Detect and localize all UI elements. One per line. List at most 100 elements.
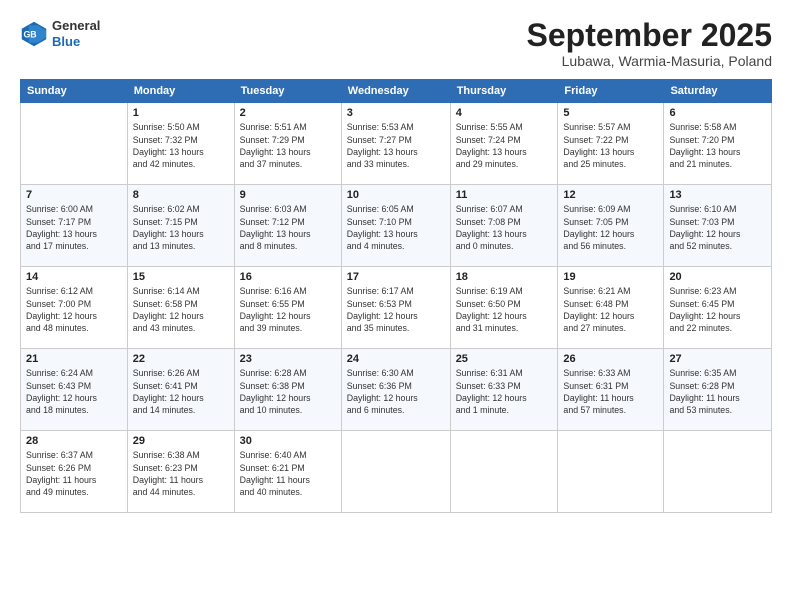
day-number: 22 xyxy=(133,353,229,365)
day-number: 11 xyxy=(456,189,553,201)
day-info: Sunrise: 6:30 AMSunset: 6:36 PMDaylight:… xyxy=(347,367,445,416)
day-number: 12 xyxy=(563,189,658,201)
day-info: Sunrise: 5:55 AMSunset: 7:24 PMDaylight:… xyxy=(456,121,553,170)
day-number: 15 xyxy=(133,271,229,283)
calendar-cell xyxy=(558,431,664,513)
calendar-cell: 12 Sunrise: 6:09 AMSunset: 7:05 PMDayligh… xyxy=(558,185,664,267)
day-info: Sunrise: 6:02 AMSunset: 7:15 PMDaylight:… xyxy=(133,203,229,252)
calendar-cell: 21Sunrise: 6:24 AMSunset: 6:43 PMDayligh… xyxy=(21,349,128,431)
day-number: 23 xyxy=(240,353,336,365)
calendar-cell: 5 Sunrise: 5:57 AMSunset: 7:22 PMDaylight… xyxy=(558,103,664,185)
calendar-day-header: Friday xyxy=(558,80,664,103)
calendar-cell xyxy=(21,103,128,185)
day-number: 30 xyxy=(240,435,336,447)
day-number: 24 xyxy=(347,353,445,365)
day-info: Sunrise: 6:00 AMSunset: 7:17 PMDaylight:… xyxy=(26,203,122,252)
day-info: Sunrise: 6:33 AMSunset: 6:31 PMDaylight:… xyxy=(563,367,658,416)
calendar-cell: 17 Sunrise: 6:17 AMSunset: 6:53 PMDayligh… xyxy=(341,267,450,349)
calendar-week-row: 14Sunrise: 6:12 AMSunset: 7:00 PMDayligh… xyxy=(21,267,772,349)
day-info: Sunrise: 6:19 AMSunset: 6:50 PMDaylight:… xyxy=(456,285,553,334)
day-number: 3 xyxy=(347,107,445,119)
calendar-cell: 20 Sunrise: 6:23 AMSunset: 6:45 PMDayligh… xyxy=(664,267,772,349)
logo-icon: GB xyxy=(20,20,48,48)
calendar-cell: 11 Sunrise: 6:07 AMSunset: 7:08 PMDayligh… xyxy=(450,185,558,267)
calendar-cell: 26Sunrise: 6:33 AMSunset: 6:31 PMDayligh… xyxy=(558,349,664,431)
day-number: 4 xyxy=(456,107,553,119)
calendar-cell: 8 Sunrise: 6:02 AMSunset: 7:15 PMDaylight… xyxy=(127,185,234,267)
calendar-cell: 24 Sunrise: 6:30 AMSunset: 6:36 PMDayligh… xyxy=(341,349,450,431)
page: GB General Blue September 2025 Lubawa, W… xyxy=(0,0,792,612)
calendar-cell: 30Sunrise: 6:40 AMSunset: 6:21 PMDayligh… xyxy=(234,431,341,513)
calendar-cell xyxy=(450,431,558,513)
calendar-cell: 3 Sunrise: 5:53 AMSunset: 7:27 PMDaylight… xyxy=(341,103,450,185)
calendar-table: SundayMondayTuesdayWednesdayThursdayFrid… xyxy=(20,79,772,513)
calendar-cell xyxy=(341,431,450,513)
day-number: 13 xyxy=(669,189,766,201)
calendar-cell: 22 Sunrise: 6:26 AMSunset: 6:41 PMDayligh… xyxy=(127,349,234,431)
day-info: Sunrise: 6:14 AMSunset: 6:58 PMDaylight:… xyxy=(133,285,229,334)
day-info: Sunrise: 6:26 AMSunset: 6:41 PMDaylight:… xyxy=(133,367,229,416)
svg-text:GB: GB xyxy=(24,29,37,39)
calendar-day-header: Monday xyxy=(127,80,234,103)
day-info: Sunrise: 6:37 AMSunset: 6:26 PMDaylight:… xyxy=(26,449,122,498)
calendar-cell: 1Sunrise: 5:50 AMSunset: 7:32 PMDaylight… xyxy=(127,103,234,185)
day-info: Sunrise: 5:51 AMSunset: 7:29 PMDaylight:… xyxy=(240,121,336,170)
month-title: September 2025 xyxy=(527,18,772,53)
logo-text: General Blue xyxy=(52,18,100,49)
calendar-cell: 29 Sunrise: 6:38 AMSunset: 6:23 PMDayligh… xyxy=(127,431,234,513)
logo: GB General Blue xyxy=(20,18,100,49)
day-info: Sunrise: 6:10 AMSunset: 7:03 PMDaylight:… xyxy=(669,203,766,252)
calendar-cell: 27 Sunrise: 6:35 AMSunset: 6:28 PMDayligh… xyxy=(664,349,772,431)
day-info: Sunrise: 6:17 AMSunset: 6:53 PMDaylight:… xyxy=(347,285,445,334)
day-info: Sunrise: 6:07 AMSunset: 7:08 PMDaylight:… xyxy=(456,203,553,252)
day-number: 14 xyxy=(26,271,122,283)
calendar-cell: 14Sunrise: 6:12 AMSunset: 7:00 PMDayligh… xyxy=(21,267,128,349)
day-number: 17 xyxy=(347,271,445,283)
calendar-cell: 10Sunrise: 6:05 AMSunset: 7:10 PMDayligh… xyxy=(341,185,450,267)
day-number: 19 xyxy=(563,271,658,283)
calendar-day-header: Wednesday xyxy=(341,80,450,103)
day-number: 18 xyxy=(456,271,553,283)
title-block: September 2025 Lubawa, Warmia-Masuria, P… xyxy=(527,18,772,69)
day-info: Sunrise: 6:21 AMSunset: 6:48 PMDaylight:… xyxy=(563,285,658,334)
day-number: 5 xyxy=(563,107,658,119)
calendar-day-header: Saturday xyxy=(664,80,772,103)
calendar-cell: 16Sunrise: 6:16 AMSunset: 6:55 PMDayligh… xyxy=(234,267,341,349)
calendar-header-row: SundayMondayTuesdayWednesdayThursdayFrid… xyxy=(21,80,772,103)
day-info: Sunrise: 5:58 AMSunset: 7:20 PMDaylight:… xyxy=(669,121,766,170)
header: GB General Blue September 2025 Lubawa, W… xyxy=(20,18,772,69)
day-info: Sunrise: 5:53 AMSunset: 7:27 PMDaylight:… xyxy=(347,121,445,170)
calendar-cell: 25Sunrise: 6:31 AMSunset: 6:33 PMDayligh… xyxy=(450,349,558,431)
calendar-day-header: Thursday xyxy=(450,80,558,103)
day-info: Sunrise: 6:23 AMSunset: 6:45 PMDaylight:… xyxy=(669,285,766,334)
calendar-cell: 2 Sunrise: 5:51 AMSunset: 7:29 PMDaylight… xyxy=(234,103,341,185)
day-number: 1 xyxy=(133,107,229,119)
calendar-cell: 6 Sunrise: 5:58 AMSunset: 7:20 PMDaylight… xyxy=(664,103,772,185)
calendar-cell: 15 Sunrise: 6:14 AMSunset: 6:58 PMDayligh… xyxy=(127,267,234,349)
day-number: 7 xyxy=(26,189,122,201)
day-info: Sunrise: 6:35 AMSunset: 6:28 PMDaylight:… xyxy=(669,367,766,416)
calendar-week-row: 21Sunrise: 6:24 AMSunset: 6:43 PMDayligh… xyxy=(21,349,772,431)
day-number: 29 xyxy=(133,435,229,447)
day-info: Sunrise: 6:09 AMSunset: 7:05 PMDaylight:… xyxy=(563,203,658,252)
day-info: Sunrise: 6:28 AMSunset: 6:38 PMDaylight:… xyxy=(240,367,336,416)
calendar-cell: 9Sunrise: 6:03 AMSunset: 7:12 PMDaylight… xyxy=(234,185,341,267)
day-info: Sunrise: 6:24 AMSunset: 6:43 PMDaylight:… xyxy=(26,367,122,416)
day-number: 8 xyxy=(133,189,229,201)
calendar-cell: 4 Sunrise: 5:55 AMSunset: 7:24 PMDaylight… xyxy=(450,103,558,185)
calendar-day-header: Sunday xyxy=(21,80,128,103)
day-number: 10 xyxy=(347,189,445,201)
calendar-day-header: Tuesday xyxy=(234,80,341,103)
day-info: Sunrise: 6:31 AMSunset: 6:33 PMDaylight:… xyxy=(456,367,553,416)
calendar-cell: 28 Sunrise: 6:37 AMSunset: 6:26 PMDayligh… xyxy=(21,431,128,513)
calendar-week-row: 28 Sunrise: 6:37 AMSunset: 6:26 PMDayligh… xyxy=(21,431,772,513)
day-number: 28 xyxy=(26,435,122,447)
day-number: 27 xyxy=(669,353,766,365)
day-info: Sunrise: 5:57 AMSunset: 7:22 PMDaylight:… xyxy=(563,121,658,170)
day-number: 2 xyxy=(240,107,336,119)
day-number: 6 xyxy=(669,107,766,119)
day-number: 20 xyxy=(669,271,766,283)
day-info: Sunrise: 6:38 AMSunset: 6:23 PMDaylight:… xyxy=(133,449,229,498)
day-info: Sunrise: 6:03 AMSunset: 7:12 PMDaylight:… xyxy=(240,203,336,252)
calendar-cell: 7 Sunrise: 6:00 AMSunset: 7:17 PMDaylight… xyxy=(21,185,128,267)
